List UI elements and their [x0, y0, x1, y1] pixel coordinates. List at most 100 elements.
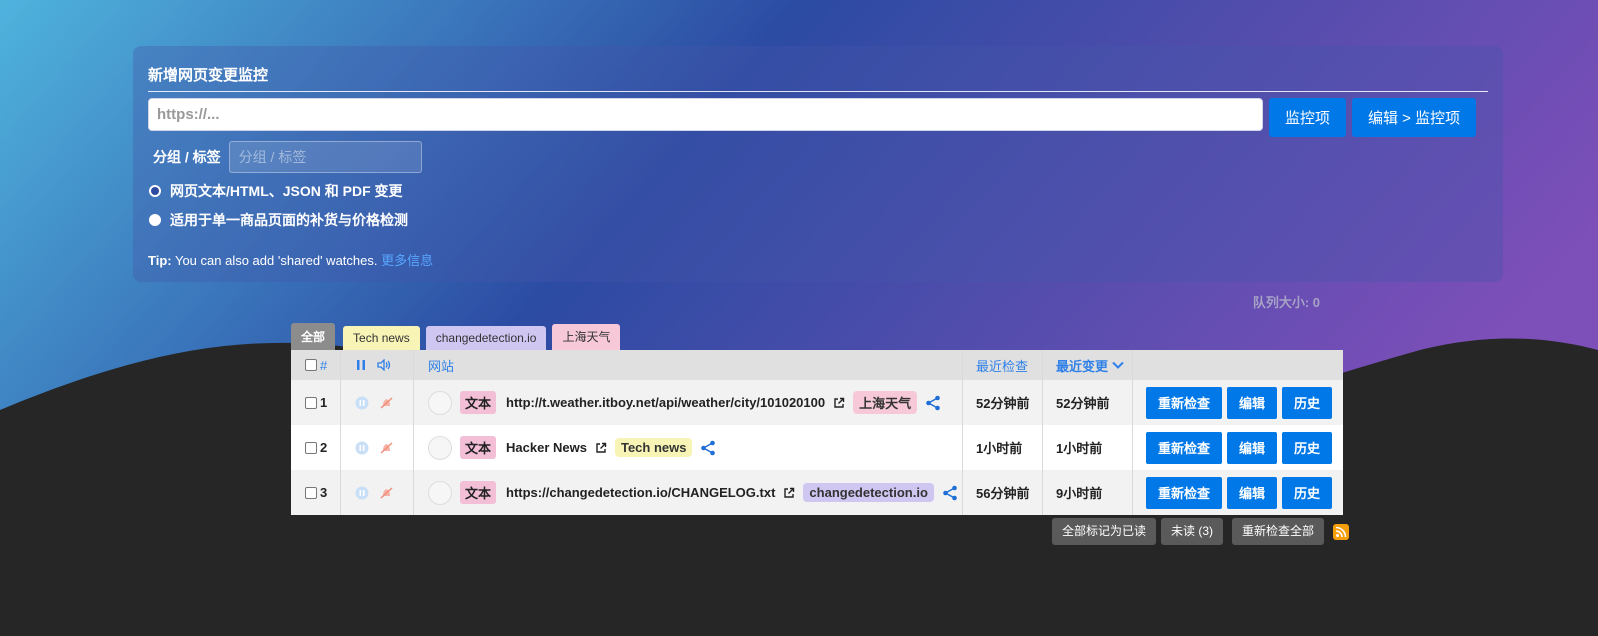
tab-shanghai-weather[interactable]: 上海天气	[552, 324, 621, 351]
last-checked-value: 52分钟前	[976, 396, 1030, 411]
history-button[interactable]: 历史	[1282, 386, 1333, 419]
row-number: 3	[320, 485, 328, 500]
tag-tabs: 全部 Tech news changedetection.io 上海天气	[291, 323, 626, 351]
row-actions: 重新检查 编辑 历史	[1133, 380, 1343, 425]
mute-bell-icon[interactable]	[379, 396, 394, 410]
radio-option-text-html[interactable]: 网页文本/HTML、JSON 和 PDF 变更	[149, 181, 1488, 201]
watch-button[interactable]: 监控项	[1269, 98, 1347, 137]
row-checkbox[interactable]	[305, 486, 317, 499]
row-last-changed: 1小时前	[1043, 425, 1133, 470]
queue-size: 队列大小: 0	[1252, 295, 1320, 310]
history-button[interactable]: 历史	[1282, 476, 1333, 509]
row-number: 2	[320, 440, 328, 455]
favicon-placeholder	[428, 390, 452, 415]
mute-bell-icon[interactable]	[379, 441, 394, 455]
row-actions: 重新检查 编辑 历史	[1133, 425, 1343, 470]
row-checkbox[interactable]	[305, 441, 317, 454]
recheck-button[interactable]: 重新检查	[1146, 431, 1223, 464]
last-changed-value: 1小时前	[1056, 441, 1103, 456]
last-checked-value: 56分钟前	[976, 486, 1030, 501]
share-icon[interactable]	[700, 440, 716, 456]
watch-tag[interactable]: changedetection.io	[803, 483, 934, 502]
watch-tag[interactable]: Tech news	[614, 438, 693, 457]
watch-url-link[interactable]: http://t.weather.itboy.net/api/weather/c…	[506, 395, 825, 410]
row-number: 1	[320, 395, 328, 410]
watch-url-link[interactable]: Hacker News	[506, 440, 587, 455]
last-changed-value: 52分钟前	[1056, 396, 1110, 411]
table-row: 1 文本 http://t.weather.itboy.net/api/weat…	[291, 380, 1343, 425]
header-number: #	[291, 350, 341, 380]
unread-button[interactable]: 未读 (3)	[1161, 518, 1224, 545]
more-info-link[interactable]: 更多信息	[381, 253, 433, 268]
chevron-down-icon	[1112, 360, 1124, 370]
url-row: 监控项 编辑 > 监控项	[148, 98, 1488, 137]
tag-input[interactable]	[228, 141, 422, 173]
external-link-icon[interactable]	[833, 397, 845, 409]
edit-button[interactable]: 编辑	[1227, 431, 1278, 464]
tip-prefix: Tip:	[148, 253, 172, 268]
row-last-checked: 56分钟前	[963, 470, 1043, 515]
row-last-checked: 1小时前	[963, 425, 1043, 470]
watch-tag[interactable]: 上海天气	[853, 391, 918, 414]
table-row: 3 文本 https://changedetection.io/CHANGELO…	[291, 470, 1343, 515]
panel-title: 新增网页变更监控	[148, 64, 1488, 92]
share-icon[interactable]	[925, 395, 941, 411]
row-checkbox[interactable]	[305, 396, 317, 409]
header-last-checked[interactable]: 最近检查	[963, 350, 1043, 380]
header-last-changed[interactable]: 最近变更	[1043, 350, 1133, 380]
header-actions	[1133, 350, 1343, 380]
watch-table: # 网站 最近检查 最近变更 1 文本 http://t.weather.itb…	[291, 350, 1343, 515]
pause-icon[interactable]	[355, 441, 369, 455]
row-controls	[341, 425, 414, 470]
history-button[interactable]: 历史	[1282, 431, 1333, 464]
recheck-all-button[interactable]: 重新检查全部	[1232, 518, 1325, 545]
row-last-checked: 52分钟前	[963, 380, 1043, 425]
type-badge: 文本	[460, 391, 497, 414]
tab-changedetection[interactable]: changedetection.io	[425, 326, 547, 351]
url-input[interactable]	[148, 98, 1263, 131]
recheck-button[interactable]: 重新检查	[1146, 386, 1223, 419]
radio-label: 适用于单一商品页面的补货与价格检测	[170, 212, 408, 228]
tab-all[interactable]: 全部	[291, 323, 336, 351]
row-controls	[341, 380, 414, 425]
pause-icon[interactable]	[355, 486, 369, 500]
row-website-cell: 文本 http://t.weather.itboy.net/api/weathe…	[414, 380, 963, 425]
row-number-cell: 1	[291, 380, 341, 425]
tip-text: Tip: You can also add 'shared' watches. …	[148, 250, 1488, 269]
table-header: # 网站 最近检查 最近变更	[291, 350, 1343, 380]
recheck-button[interactable]: 重新检查	[1146, 476, 1223, 509]
header-website[interactable]: 网站	[414, 350, 963, 380]
rss-icon[interactable]	[1333, 523, 1350, 540]
add-watch-panel: 新增网页变更监控 监控项 编辑 > 监控项 分组 / 标签 网页文本/HTML、…	[133, 46, 1503, 282]
radio-option-restock-price[interactable]: 适用于单一商品页面的补货与价格检测	[149, 210, 1488, 230]
tip-body: You can also add 'shared' watches.	[171, 253, 382, 268]
tab-tech-news[interactable]: Tech news	[343, 326, 420, 351]
favicon-placeholder	[428, 435, 452, 460]
header-number-label: #	[320, 357, 328, 373]
table-footer-actions: 全部标记为已读 未读 (3) 重新检查全部	[1052, 518, 1350, 545]
row-controls	[341, 470, 414, 515]
edit-watch-button[interactable]: 编辑 > 监控项	[1352, 98, 1477, 137]
row-last-changed: 9小时前	[1043, 470, 1133, 515]
radio-unselected-icon[interactable]	[149, 214, 161, 226]
header-controls	[341, 350, 414, 380]
row-last-changed: 52分钟前	[1043, 380, 1133, 425]
pause-icon[interactable]	[355, 396, 369, 410]
row-website-cell: 文本 https://changedetection.io/CHANGELOG.…	[414, 470, 963, 515]
last-changed-value: 9小时前	[1056, 486, 1103, 501]
share-icon[interactable]	[942, 485, 958, 501]
external-link-icon[interactable]	[595, 442, 607, 454]
mark-all-read-button[interactable]: 全部标记为已读	[1052, 518, 1157, 545]
edit-button[interactable]: 编辑	[1227, 476, 1278, 509]
select-all-checkbox[interactable]	[305, 359, 317, 371]
mute-bell-icon[interactable]	[379, 486, 394, 500]
tag-row: 分组 / 标签	[153, 141, 1488, 173]
radio-selected-icon[interactable]	[149, 185, 161, 197]
edit-button[interactable]: 编辑	[1227, 386, 1278, 419]
mute-all-icon[interactable]	[377, 359, 391, 371]
pause-all-icon[interactable]	[355, 359, 367, 371]
watch-url-link[interactable]: https://changedetection.io/CHANGELOG.txt	[506, 485, 775, 500]
favicon-placeholder	[428, 480, 452, 505]
external-link-icon[interactable]	[783, 487, 795, 499]
last-checked-value: 1小时前	[976, 441, 1023, 456]
